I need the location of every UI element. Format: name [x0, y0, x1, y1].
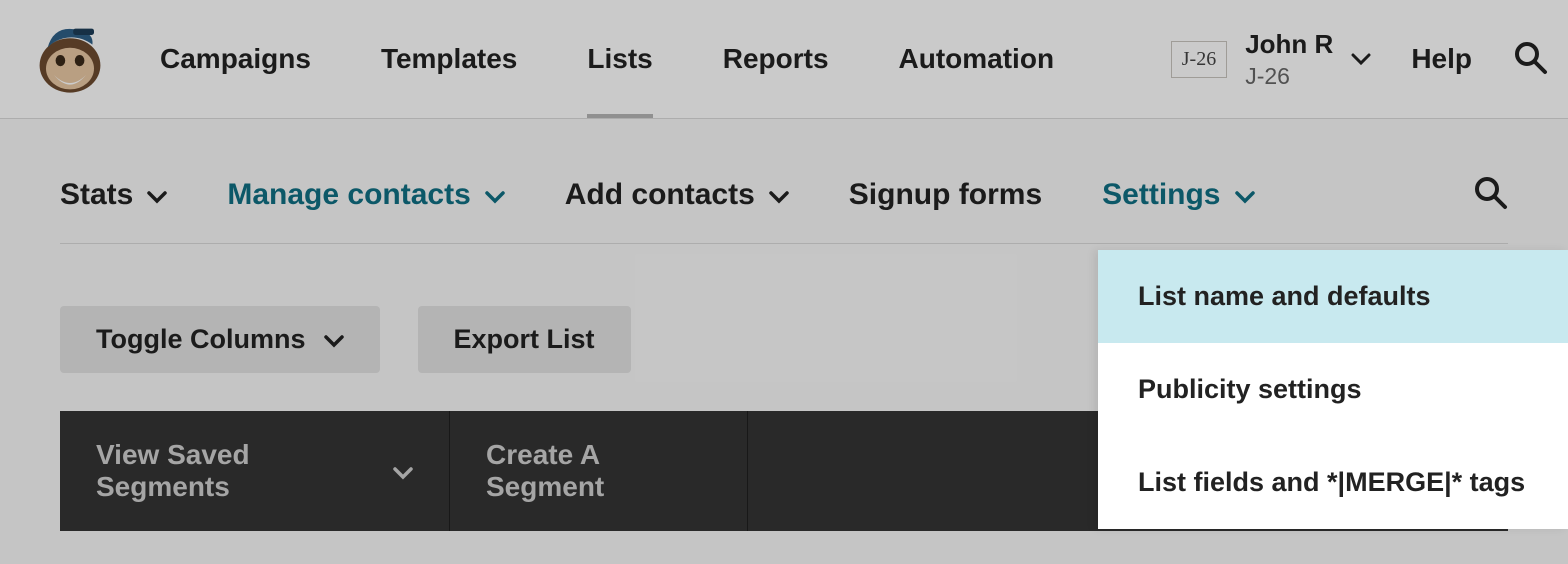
export-list-button[interactable]: Export List — [418, 306, 631, 373]
settings-dropdown: List name and defaults Publicity setting… — [1098, 250, 1568, 529]
account-name: John R — [1245, 29, 1333, 60]
subnav-signup-forms-label: Signup forms — [849, 178, 1042, 212]
nav-automation[interactable]: Automation — [899, 1, 1055, 117]
subnav-search-icon[interactable] — [1472, 174, 1508, 215]
chevron-down-icon — [1351, 52, 1371, 66]
mailchimp-logo[interactable] — [30, 19, 110, 99]
subnav-stats-label: Stats — [60, 178, 133, 212]
subnav-settings[interactable]: Settings — [1102, 178, 1254, 212]
nav-templates[interactable]: Templates — [381, 1, 517, 117]
header-search-icon[interactable] — [1512, 39, 1548, 80]
subnav-settings-label: Settings — [1102, 178, 1220, 212]
settings-dropdown-item-list-fields[interactable]: List fields and *|MERGE|* tags — [1098, 436, 1568, 529]
toggle-columns-label: Toggle Columns — [96, 324, 306, 355]
account-org: J-26 — [1245, 63, 1333, 90]
settings-dropdown-item-list-name[interactable]: List name and defaults — [1098, 250, 1568, 343]
account-menu[interactable]: J-26 John R J-26 — [1171, 29, 1372, 90]
subnav-manage-contacts[interactable]: Manage contacts — [227, 178, 504, 212]
nav-reports[interactable]: Reports — [723, 1, 829, 117]
subnav-signup-forms[interactable]: Signup forms — [849, 178, 1042, 212]
chevron-down-icon — [393, 455, 413, 487]
view-saved-segments-label: View Saved Segments — [96, 439, 375, 503]
nav-help[interactable]: Help — [1411, 43, 1472, 75]
subnav-manage-contacts-label: Manage contacts — [227, 178, 470, 212]
chevron-down-icon — [1235, 178, 1255, 212]
export-list-label: Export List — [454, 324, 595, 355]
chevron-down-icon — [485, 178, 505, 212]
create-segment-label: Create A Segment — [486, 439, 711, 503]
subnav-add-contacts[interactable]: Add contacts — [565, 178, 789, 212]
nav-lists[interactable]: Lists — [587, 1, 652, 117]
create-segment-button[interactable]: Create A Segment — [450, 411, 748, 531]
subnav-stats[interactable]: Stats — [60, 178, 167, 212]
nav-campaigns[interactable]: Campaigns — [160, 1, 311, 117]
chevron-down-icon — [147, 178, 167, 212]
subnav-add-contacts-label: Add contacts — [565, 178, 755, 212]
view-saved-segments-button[interactable]: View Saved Segments — [60, 411, 450, 531]
account-badge: J-26 — [1171, 41, 1227, 78]
chevron-down-icon — [769, 178, 789, 212]
toggle-columns-button[interactable]: Toggle Columns — [60, 306, 380, 373]
settings-dropdown-item-publicity[interactable]: Publicity settings — [1098, 343, 1568, 436]
chevron-down-icon — [324, 324, 344, 355]
